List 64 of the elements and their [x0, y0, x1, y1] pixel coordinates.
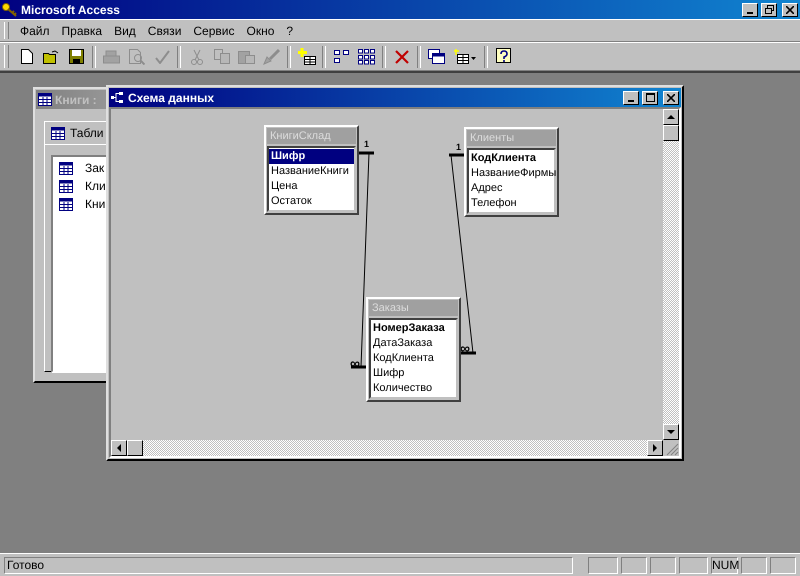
maximize-icon[interactable] — [646, 93, 654, 102]
field-name[interactable]: НазваниеФирмы — [469, 166, 554, 181]
menu-item[interactable]: Связи — [142, 22, 186, 40]
status-panel — [588, 556, 618, 574]
scroll-right-icon[interactable] — [653, 444, 657, 452]
field-name[interactable]: Остаток — [269, 194, 354, 209]
relationships-icon — [111, 92, 125, 104]
table-name[interactable]: Кли — [85, 179, 106, 193]
database-window-icon — [38, 93, 52, 106]
table-icon — [59, 162, 73, 174]
status-panel — [621, 556, 647, 574]
menu-item[interactable]: ? — [281, 22, 298, 40]
scroll-left-icon[interactable] — [117, 444, 121, 452]
scroll-thumb[interactable] — [663, 125, 679, 141]
field-name[interactable]: НомерЗаказа — [371, 321, 456, 336]
table-name[interactable]: Зак — [85, 161, 104, 175]
menu-item[interactable]: Окно — [241, 22, 280, 40]
menu-item[interactable]: Сервис — [188, 22, 240, 40]
field-name[interactable]: Шифр — [371, 366, 456, 381]
window-title: Книги : — [55, 92, 97, 106]
scroll-thumb[interactable] — [127, 440, 143, 456]
close-icon[interactable] — [786, 6, 794, 14]
scroll-up-icon[interactable] — [667, 115, 675, 119]
one-label: 1 — [364, 140, 370, 149]
status-text: Готово — [4, 556, 573, 574]
status-panel — [770, 556, 796, 574]
field-name[interactable]: Цена — [269, 179, 354, 194]
field-name[interactable]: КодКлиента — [371, 351, 456, 366]
status-panel — [650, 556, 676, 574]
status-indicator: NUM — [711, 556, 738, 574]
field-name[interactable]: Шифр — [269, 149, 354, 164]
many-label: ∞ — [460, 341, 470, 355]
restore-icon[interactable] — [764, 5, 774, 14]
table-name[interactable]: Кни — [85, 197, 106, 211]
folder-icon[interactable] — [43, 50, 60, 64]
status-panel — [741, 556, 767, 574]
delete-icon[interactable] — [394, 50, 408, 64]
table-box[interactable]: Клиенты КодКлиента НазваниеФирмы Адрес Телефон — [464, 127, 559, 217]
help-icon[interactable] — [496, 48, 512, 66]
field-name[interactable]: НазваниеКниги — [269, 164, 354, 179]
field-name[interactable]: Количество — [371, 381, 456, 396]
database-window-icon[interactable] — [428, 49, 445, 64]
table-icon — [51, 126, 65, 140]
menu-item[interactable]: Вид — [109, 22, 141, 40]
window-title: Схема данных — [128, 90, 214, 104]
table-icon — [59, 198, 73, 210]
menu-item[interactable]: Правка — [56, 22, 108, 40]
one-label: 1 — [456, 143, 462, 152]
status-panel — [679, 556, 708, 574]
table-box[interactable]: КнигиСклад Шифр НазваниеКниги Цена Остаток — [264, 125, 359, 215]
field-name[interactable]: Телефон — [469, 196, 554, 211]
field-name[interactable]: Адрес — [469, 181, 554, 196]
field-name[interactable]: ДатаЗаказа — [371, 336, 456, 351]
scroll-down-icon[interactable] — [667, 430, 675, 434]
window-title: Microsoft Access — [21, 2, 120, 16]
key-icon — [2, 2, 18, 16]
new-file-icon[interactable] — [20, 49, 32, 64]
table-icon — [59, 180, 73, 192]
new-object-icon[interactable] — [454, 48, 476, 64]
field-name[interactable]: КодКлиента — [469, 151, 554, 166]
close-icon[interactable] — [667, 94, 675, 102]
menu-item[interactable]: Файл — [15, 22, 55, 40]
relationship-boxes-icon[interactable] — [334, 50, 350, 64]
table-box[interactable]: Заказы НомерЗаказа ДатаЗаказа КодКлиента Шифр Количество — [366, 297, 461, 402]
